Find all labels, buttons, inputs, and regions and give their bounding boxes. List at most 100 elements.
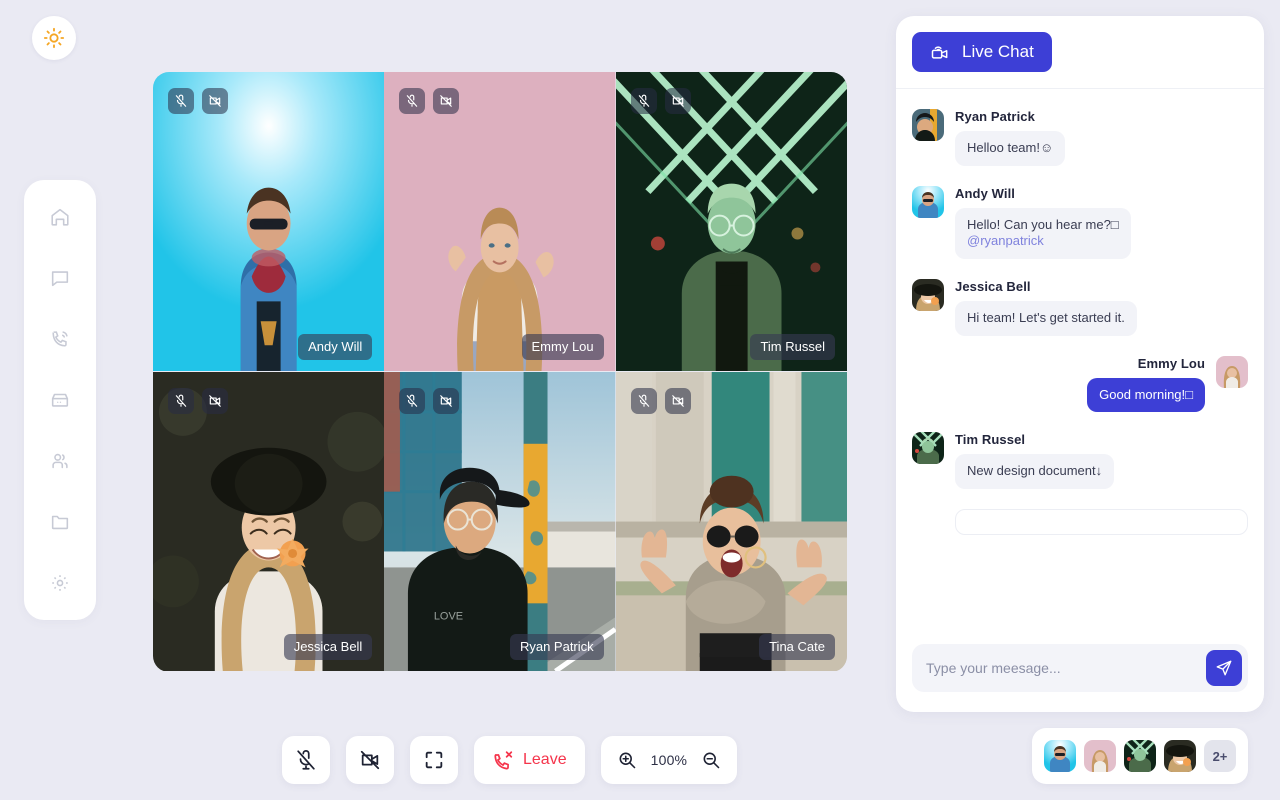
svg-text:LOVE: LOVE [434, 610, 463, 622]
video-tile[interactable]: Tim Russel [616, 72, 847, 372]
camera-off-icon [359, 749, 381, 771]
sun-icon [43, 27, 65, 49]
chat-message: Jessica Bell Hi team! Let's get started … [912, 279, 1248, 336]
participant-avatar[interactable] [1164, 740, 1196, 772]
camera-off-badge[interactable] [665, 388, 691, 414]
video-feed [153, 72, 384, 371]
tile-status-badges [631, 88, 691, 114]
sidebar-item-contacts[interactable] [38, 431, 82, 492]
mic-off-icon [637, 394, 651, 408]
more-participants-badge[interactable]: 2+ [1204, 740, 1236, 772]
live-chat-button[interactable]: Live Chat [912, 32, 1052, 72]
camera-off-badge[interactable] [202, 388, 228, 414]
video-tile[interactable]: LOVE Ryan Patrick [384, 372, 615, 672]
avatar-image [912, 109, 944, 141]
sidebar-item-chat[interactable] [38, 248, 82, 309]
camera-off-badge[interactable] [433, 388, 459, 414]
home-icon [49, 206, 71, 228]
participant-avatar[interactable] [1084, 740, 1116, 772]
avatar-image [912, 186, 944, 218]
zoom-in-icon [617, 750, 637, 770]
participant-avatar[interactable] [1044, 740, 1076, 772]
chat-composer [896, 644, 1264, 712]
mic-off-badge[interactable] [399, 88, 425, 114]
mic-off-badge[interactable] [168, 388, 194, 414]
app-logo[interactable] [32, 16, 76, 60]
message-text: Hi team! Let's get started it. [967, 310, 1125, 325]
message-body: Ryan Patrick Helloo team!☺ [955, 109, 1065, 166]
avatar-image [912, 432, 944, 464]
live-chat-label: Live Chat [962, 42, 1034, 62]
gear-icon [49, 572, 71, 594]
video-feed [616, 372, 847, 671]
sidebar-item-home[interactable] [38, 187, 82, 248]
mention-link[interactable]: @ryanpatrick [967, 233, 1119, 250]
message-sender: Tim Russel [955, 432, 1114, 447]
leave-call-button[interactable]: Leave [474, 736, 585, 784]
message-sender: Emmy Lou [1138, 356, 1205, 371]
zoom-in-button[interactable] [617, 750, 637, 770]
mic-off-badge[interactable] [399, 388, 425, 414]
avatar-image [1084, 740, 1116, 772]
sidebar-item-settings[interactable] [38, 553, 82, 614]
avatar [1216, 356, 1248, 388]
message-body: Jessica Bell Hi team! Let's get started … [955, 279, 1137, 336]
video-tile[interactable]: Andy Will [153, 72, 384, 372]
message-input[interactable] [926, 660, 1206, 676]
mic-off-badge[interactable] [168, 88, 194, 114]
sidebar-item-calls[interactable] [38, 309, 82, 370]
sidebar [24, 180, 96, 620]
video-feed [153, 372, 384, 671]
message-text: Hello! Can you hear me?□ [967, 217, 1119, 232]
camera-off-icon [208, 94, 222, 108]
video-tile[interactable]: Emmy Lou [384, 72, 615, 372]
video-tile[interactable]: Jessica Bell [153, 372, 384, 672]
video-feed: LOVE [384, 372, 615, 671]
toggle-mic-button[interactable] [282, 736, 330, 784]
camera-off-badge[interactable] [433, 88, 459, 114]
send-icon [1215, 659, 1233, 677]
mic-off-badge[interactable] [631, 388, 657, 414]
video-feed [384, 72, 615, 371]
participant-name: Tina Cate [759, 634, 835, 660]
chat-message-list[interactable]: Ryan Patrick Helloo team!☺ [896, 89, 1264, 644]
camera-off-badge[interactable] [202, 88, 228, 114]
attachment-card-partial[interactable] [955, 509, 1248, 535]
chat-message: Tim Russel New design document↓ [912, 432, 1248, 489]
chat-icon [49, 267, 71, 289]
avatar-image [912, 279, 944, 311]
camera-off-icon [439, 394, 453, 408]
toggle-camera-button[interactable] [346, 736, 394, 784]
message-body: Emmy Lou Good morning!□ [1087, 356, 1205, 413]
tile-status-badges [399, 88, 459, 114]
phone-call-icon [49, 328, 71, 350]
participant-avatar[interactable] [1124, 740, 1156, 772]
mic-off-badge[interactable] [631, 88, 657, 114]
chat-panel: Live Chat Ryan Patrick [896, 16, 1264, 712]
message-body: Tim Russel New design document↓ [955, 432, 1114, 489]
zoom-out-icon [701, 750, 721, 770]
sidebar-item-files[interactable] [38, 492, 82, 553]
message-bubble: Hello! Can you hear me?□ @ryanpatrick [955, 208, 1131, 259]
chat-message: Ryan Patrick Helloo team!☺ [912, 109, 1248, 166]
message-sender: Ryan Patrick [955, 109, 1065, 124]
contacts-icon [49, 450, 71, 472]
leave-label: Leave [523, 751, 567, 769]
inbox-icon [49, 389, 71, 411]
zoom-out-button[interactable] [701, 750, 721, 770]
participant-name: Jessica Bell [284, 634, 373, 660]
sidebar-item-inbox[interactable] [38, 370, 82, 431]
avatar [912, 109, 944, 141]
avatar-image [1164, 740, 1196, 772]
tile-status-badges [168, 388, 228, 414]
send-message-button[interactable] [1206, 650, 1242, 686]
tile-status-badges [399, 388, 459, 414]
phone-hangup-icon [492, 749, 514, 771]
message-bubble: Hi team! Let's get started it. [955, 301, 1137, 336]
camera-off-badge[interactable] [665, 88, 691, 114]
tile-status-badges [631, 388, 691, 414]
video-tile[interactable]: Tina Cate [616, 372, 847, 672]
message-body: Andy Will Hello! Can you hear me?□ @ryan… [955, 186, 1131, 259]
fullscreen-button[interactable] [410, 736, 458, 784]
mic-off-icon [174, 94, 188, 108]
